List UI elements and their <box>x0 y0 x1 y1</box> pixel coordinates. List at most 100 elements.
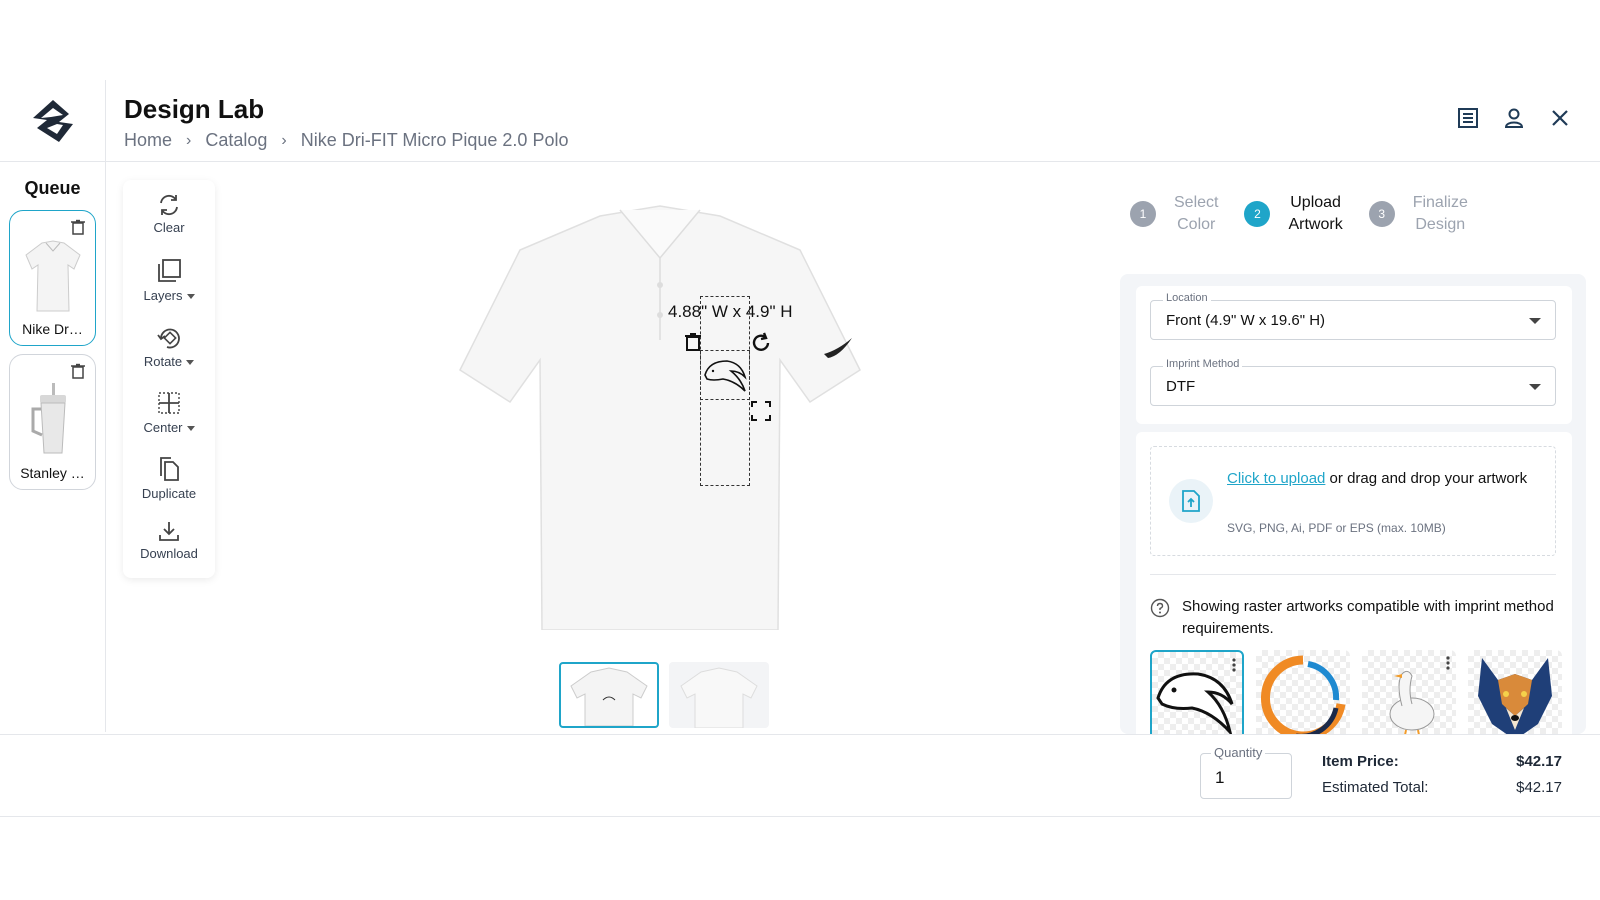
logo[interactable] <box>0 80 106 162</box>
breadcrumb-home[interactable]: Home <box>124 130 172 151</box>
tumbler-thumbnail-icon <box>31 383 66 454</box>
artwork-dolphin[interactable] <box>1150 650 1244 744</box>
location-select[interactable]: Location Front (4.9" W x 19.6" H) <box>1150 292 1556 340</box>
quantity-field[interactable]: Quantity 1 <box>1200 745 1292 799</box>
brand-logo-icon <box>32 100 73 142</box>
breadcrumb-catalog[interactable]: Catalog <box>205 130 267 151</box>
trash-icon[interactable] <box>71 219 85 235</box>
location-value: Front (4.9" W x 19.6" H) <box>1166 312 1326 329</box>
tool-panel: Clear Layers Rotate Center Duplicate Dow… <box>123 180 215 578</box>
step-finalize-design[interactable]: 3 Finalize Design <box>1368 192 1468 236</box>
step-label-line1: Upload <box>1290 194 1341 211</box>
quantity-value: 1 <box>1215 768 1225 787</box>
divider <box>1150 574 1556 575</box>
more-options-icon[interactable] <box>1446 656 1450 670</box>
dolphin-icon <box>704 360 747 392</box>
center-icon <box>158 392 180 414</box>
artwork-goose[interactable] <box>1362 650 1456 744</box>
selected-artwork[interactable] <box>700 350 750 400</box>
layers-button[interactable]: Layers <box>123 258 215 303</box>
step-label: Upload Artwork <box>1288 192 1342 236</box>
product-canvas-polo[interactable] <box>440 190 880 630</box>
front-view-thumbnail[interactable] <box>559 662 659 728</box>
clear-label: Clear <box>153 220 185 235</box>
caret-down-icon <box>186 294 195 300</box>
imprint-method-value: DTF <box>1166 378 1196 395</box>
layers-icon <box>158 259 181 282</box>
imprint-method-label: Imprint Method <box>1163 358 1243 370</box>
help-icon <box>1150 598 1170 618</box>
progress-steps: 1 Select Color 2 Upload Artwork 3 Finalize… <box>1130 192 1494 236</box>
upload-instructions: Click to upload or drag and drop your ar… <box>1227 467 1547 491</box>
design-options-panel: Location Front (4.9" W x 19.6" H) Imprin… <box>1120 274 1586 752</box>
estimated-total-value: $42.17 <box>1516 779 1562 796</box>
download-button[interactable]: Download <box>123 520 215 561</box>
artwork-card: Click to upload or drag and drop your ar… <box>1136 432 1572 752</box>
polo-thumbnail-icon <box>25 240 81 312</box>
delete-artwork-icon[interactable] <box>684 332 702 352</box>
step-number: 2 <box>1244 201 1271 227</box>
center-button[interactable]: Center <box>123 390 215 435</box>
step-number: 1 <box>1130 201 1156 227</box>
step-label-line2: Color <box>1177 216 1216 233</box>
compatibility-info: Showing raster artworks compatible with … <box>1150 596 1556 640</box>
artwork-wolf[interactable] <box>1468 650 1562 744</box>
compatibility-text: Showing raster artworks compatible with … <box>1182 598 1554 637</box>
list-icon[interactable] <box>1456 106 1480 130</box>
step-upload-artwork[interactable]: 2 Upload Artwork <box>1244 192 1343 236</box>
clear-button[interactable]: Clear <box>123 194 215 235</box>
artwork-circle-logo[interactable] <box>1256 650 1350 744</box>
imprint-method-select[interactable]: Imprint Method DTF <box>1150 358 1556 406</box>
location-imprint-card: Location Front (4.9" W x 19.6" H) Imprin… <box>1136 286 1572 424</box>
upload-text: or drag and drop your artwork <box>1325 470 1528 487</box>
breadcrumb: Home › Catalog › Nike Dri-FIT Micro Piqu… <box>124 130 568 151</box>
trash-icon[interactable] <box>71 363 85 379</box>
caret-down-icon <box>186 426 195 432</box>
queue-item-polo[interactable]: Nike Dr… <box>9 210 96 346</box>
breadcrumb-product: Nike Dri-FIT Micro Pique 2.0 Polo <box>300 130 569 150</box>
dropdown-arrow-icon <box>1529 318 1541 324</box>
chevron-right-icon: › <box>186 131 192 149</box>
click-to-upload-link[interactable]: Click to upload <box>1227 470 1325 487</box>
queue-title: Queue <box>24 178 81 198</box>
upload-file-hint: SVG, PNG, Ai, PDF or EPS (max. 10MB) <box>1227 521 1446 535</box>
queue-item-name: Stanley … <box>20 465 85 481</box>
close-icon[interactable] <box>1548 106 1572 130</box>
download-label: Download <box>140 546 198 561</box>
rotate-label: Rotate <box>143 354 183 369</box>
more-options-icon[interactable] <box>1232 658 1236 672</box>
duplicate-icon <box>160 457 179 481</box>
artwork-gallery <box>1150 650 1562 744</box>
dolphin-icon <box>1156 672 1234 738</box>
step-label: Finalize Design <box>1413 192 1468 236</box>
location-label: Location <box>1163 292 1211 304</box>
quantity-label: Quantity <box>1211 745 1266 760</box>
resize-handle-icon[interactable] <box>750 400 772 422</box>
step-select-color[interactable]: 1 Select Color <box>1130 192 1218 236</box>
wolf-icon <box>1478 658 1552 740</box>
user-icon[interactable] <box>1502 106 1526 130</box>
rotate-handle-icon[interactable] <box>750 332 772 354</box>
queue-sidebar: Queue Nike Dr… Stanley … <box>0 162 106 732</box>
caret-down-icon <box>186 360 195 366</box>
center-label: Center <box>143 420 183 435</box>
queue-item-name: Nike Dr… <box>22 321 83 337</box>
item-price-value: $42.17 <box>1516 753 1562 770</box>
circle-logo-icon <box>1261 655 1346 741</box>
item-price-label: Item Price: <box>1322 753 1399 770</box>
back-view-thumbnail[interactable] <box>669 662 769 728</box>
header: Design Lab Home › Catalog › Nike Dri-FIT… <box>0 80 1600 162</box>
queue-item-tumbler[interactable]: Stanley … <box>9 354 96 490</box>
step-label-line2: Design <box>1415 216 1466 233</box>
step-label-line1: Finalize <box>1412 194 1468 211</box>
duplicate-button[interactable]: Duplicate <box>123 456 215 501</box>
file-upload-icon <box>1169 479 1213 523</box>
upload-dropzone[interactable]: Click to upload or drag and drop your ar… <box>1150 446 1556 556</box>
step-number: 3 <box>1368 201 1395 227</box>
page-title: Design Lab <box>124 94 265 124</box>
estimated-total-label: Estimated Total: <box>1322 779 1429 796</box>
rotate-button[interactable]: Rotate <box>123 324 215 369</box>
dropdown-arrow-icon <box>1529 384 1541 390</box>
footer-bar: Quantity 1 Item Price: $42.17 Estimated … <box>0 734 1600 816</box>
step-label-line1: Select <box>1174 194 1219 211</box>
